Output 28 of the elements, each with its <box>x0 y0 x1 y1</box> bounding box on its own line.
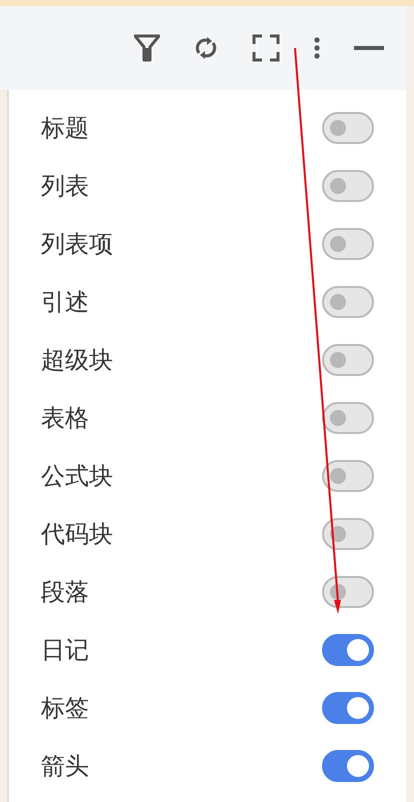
setting-label: 列表项 <box>41 229 113 260</box>
setting-label: 标题 <box>41 113 89 144</box>
setting-label: 标签 <box>41 693 89 724</box>
toggle-switch[interactable] <box>322 402 374 434</box>
toggle-switch[interactable] <box>322 518 374 550</box>
more-icon[interactable] <box>314 36 320 60</box>
toggle-switch[interactable] <box>322 460 374 492</box>
setting-label: 列表 <box>41 171 89 202</box>
toggle-switch[interactable] <box>322 634 374 666</box>
toggle-switch[interactable] <box>322 112 374 144</box>
setting-label: 引述 <box>41 287 89 318</box>
setting-label: 超级块 <box>41 345 113 376</box>
toggle-switch[interactable] <box>322 576 374 608</box>
toggle-switch[interactable] <box>322 750 374 782</box>
setting-label: 代码块 <box>41 519 113 550</box>
setting-label: 公式块 <box>41 461 113 492</box>
setting-label: 箭头 <box>41 751 89 782</box>
toggle-switch[interactable] <box>322 344 374 376</box>
refresh-icon[interactable] <box>194 34 218 62</box>
toggle-switch[interactable] <box>322 170 374 202</box>
fullscreen-icon[interactable] <box>252 34 280 62</box>
toggle-switch[interactable] <box>322 228 374 260</box>
filter-icon[interactable] <box>134 34 160 62</box>
toggle-switch[interactable] <box>322 692 374 724</box>
setting-label: 段落 <box>41 577 89 608</box>
toggle-switch[interactable] <box>322 286 374 318</box>
setting-label: 日记 <box>41 635 89 666</box>
setting-label: 表格 <box>41 403 89 434</box>
